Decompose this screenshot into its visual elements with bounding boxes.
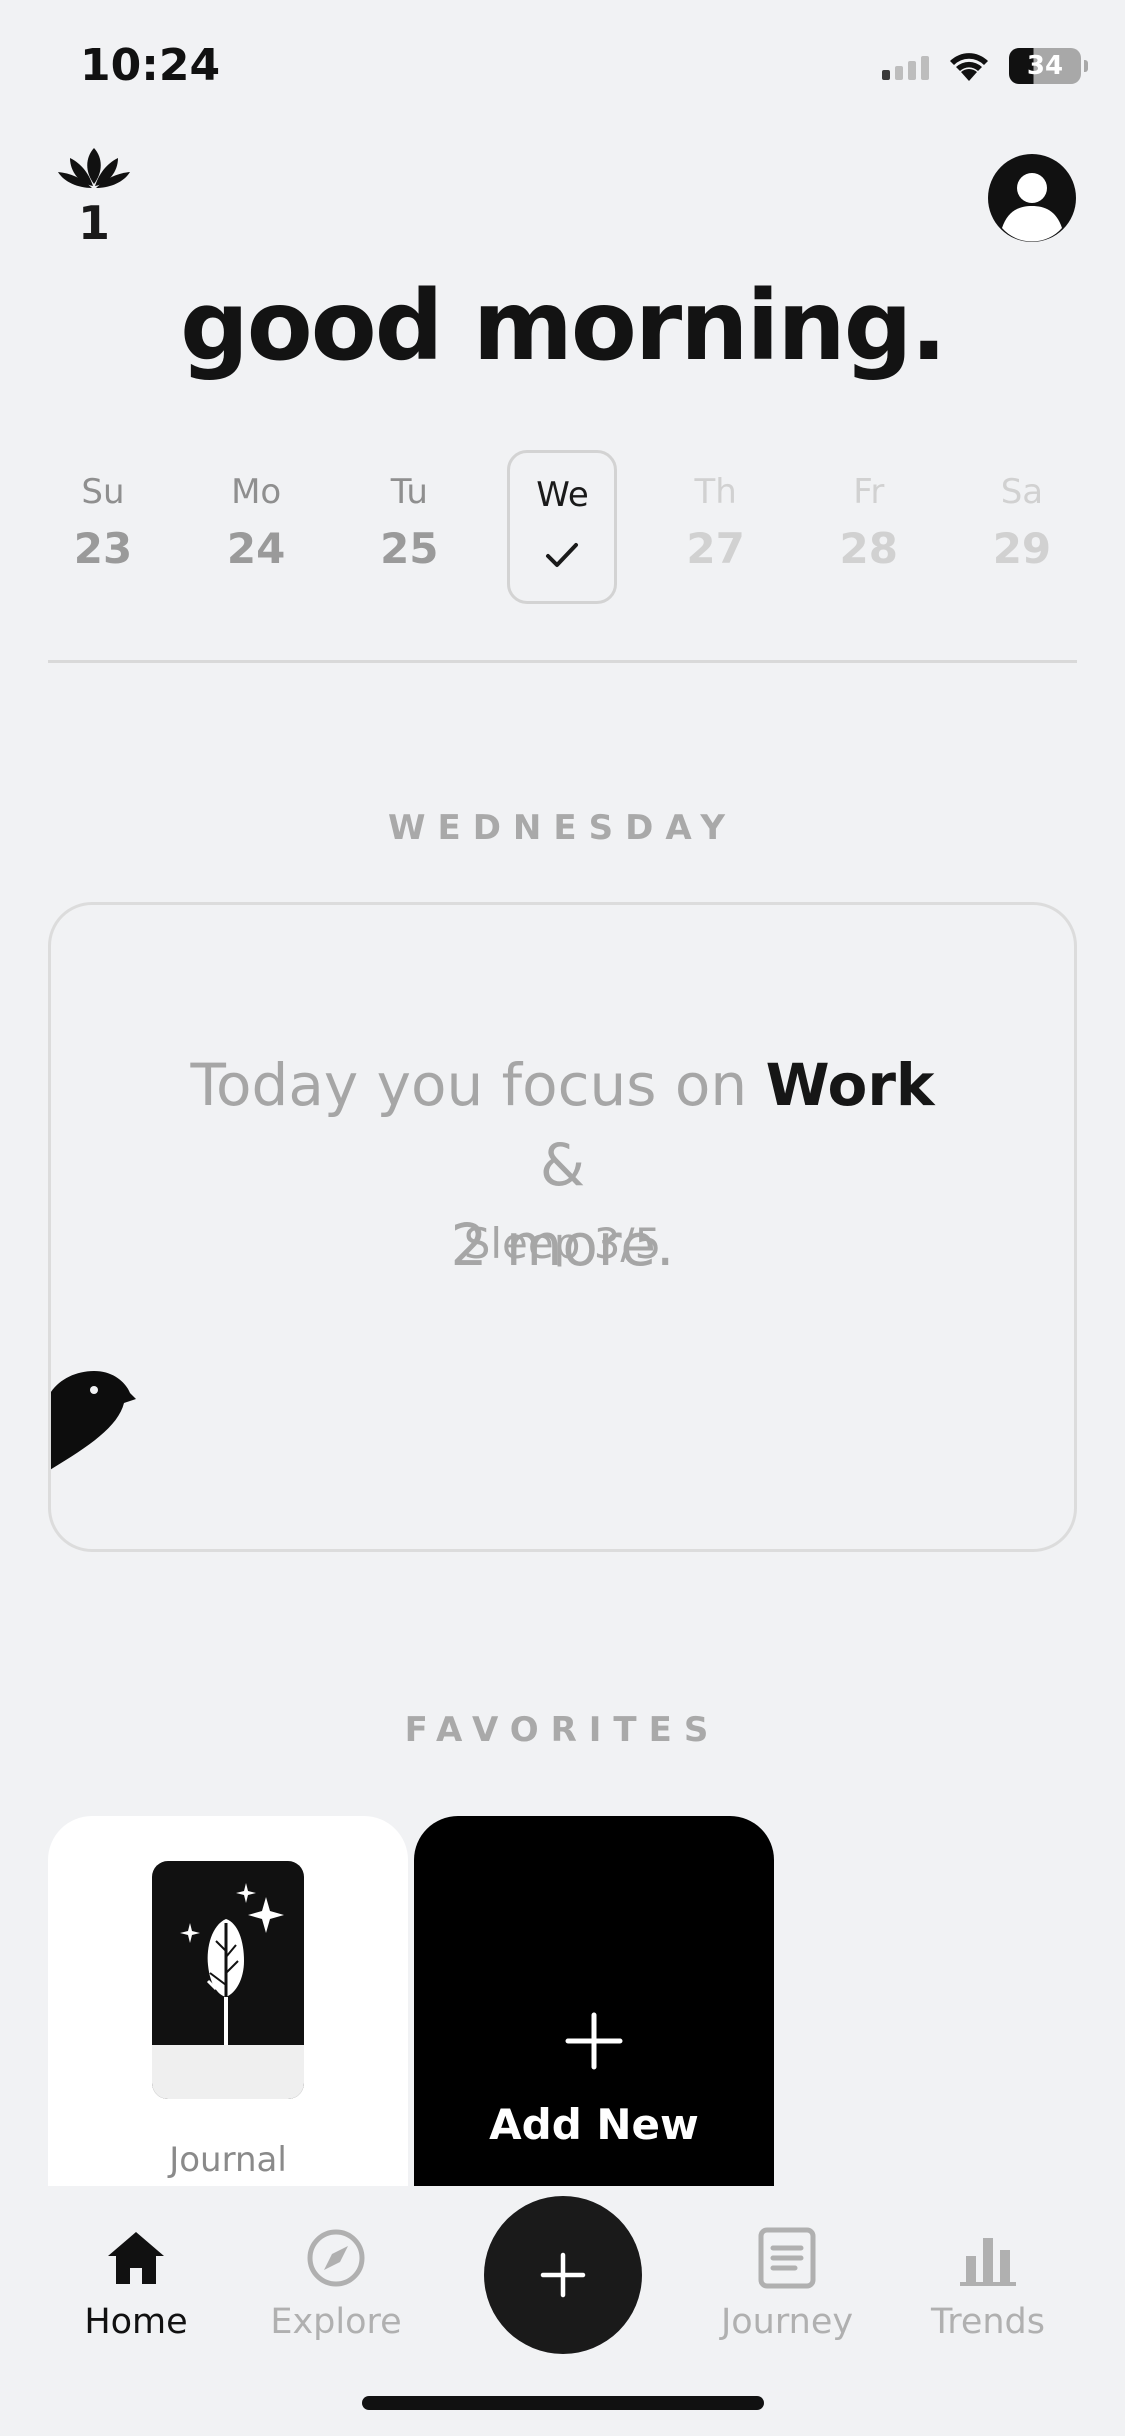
battery-level: 34 [1026, 51, 1064, 81]
day-date: 25 [380, 524, 439, 573]
day-date: 23 [73, 524, 133, 573]
status-time: 10:24 [80, 40, 221, 91]
wifi-icon [950, 53, 988, 81]
focus-suffix: & [539, 1131, 586, 1199]
journal-label: Journal [169, 2140, 287, 2180]
journal-list-icon [758, 2227, 816, 2289]
day-name: Th [694, 472, 737, 512]
home-indicator[interactable] [362, 2396, 764, 2410]
day-tuesday[interactable]: Tu 25 [354, 450, 464, 604]
home-icon [108, 2232, 164, 2284]
journal-feather-icon [152, 1861, 304, 2099]
tab-journey[interactable]: Journey [697, 2226, 877, 2342]
compass-icon [307, 2229, 365, 2287]
bar-chart-icon [960, 2238, 1016, 2286]
day-name: Fr [853, 472, 885, 512]
day-saturday[interactable]: Sa 29 [967, 450, 1077, 604]
day-friday[interactable]: Fr 28 [814, 450, 924, 604]
day-date: 24 [226, 524, 286, 573]
divider [48, 660, 1077, 663]
tab-trends[interactable]: Trends [898, 2226, 1078, 2342]
tab-label: Journey [720, 2302, 854, 2342]
checkmark-icon [546, 543, 579, 567]
lotus-icon[interactable] [56, 146, 132, 196]
tab-label: Trends [930, 2302, 1046, 2342]
tab-explore[interactable]: Explore [246, 2226, 426, 2342]
status-icons: 34 [882, 48, 1088, 84]
add-new-favorite-button[interactable]: Add New [414, 1816, 774, 2246]
plus-icon [540, 2252, 586, 2298]
day-sunday[interactable]: Su 23 [48, 450, 158, 604]
day-date: 29 [992, 524, 1052, 573]
focus-subtitle: Sleep 3/5 [463, 1219, 662, 1268]
day-name: Sa [1000, 472, 1044, 512]
add-new-label: Add New [489, 2100, 699, 2149]
favorite-journal-card[interactable]: Journal [48, 1816, 408, 2246]
day-date: 27 [686, 524, 745, 573]
day-date: 28 [839, 524, 898, 573]
day-name: We [536, 475, 589, 515]
bird-icon [51, 1371, 136, 1470]
day-monday[interactable]: Mo 24 [201, 450, 311, 604]
tab-home[interactable]: Home [46, 2226, 226, 2342]
day-thursday[interactable]: Th 27 [661, 450, 771, 604]
focus-card[interactable]: Today you focus on Work & 2 more. Sleep … [48, 902, 1077, 1552]
add-entry-button[interactable] [484, 2196, 642, 2354]
day-section-label: WEDNESDAY [387, 808, 738, 848]
day-name: Su [81, 472, 125, 512]
day-name: Tu [390, 472, 428, 512]
favorites-label: FAVORITES [404, 1710, 721, 1750]
streak-count: 1 [77, 196, 110, 250]
focus-prefix: Today you focus on [190, 1051, 748, 1119]
focus-highlight: Work [765, 1051, 935, 1119]
greeting-title: good morning. [180, 270, 947, 382]
profile-avatar-button[interactable] [988, 154, 1076, 242]
day-wednesday-selected[interactable]: We [507, 450, 618, 604]
battery-icon: 34 [1009, 48, 1088, 84]
day-name: Mo [231, 472, 282, 512]
cellular-signal-icon [882, 52, 929, 80]
tab-label: Explore [270, 2302, 402, 2342]
week-strip: Su 23 Mo 24 Tu 25 We Th 27 Fr 28 Sa 29 [48, 450, 1077, 606]
profile-icon [1002, 173, 1062, 242]
tab-label: Home [84, 2302, 188, 2342]
plus-icon [565, 2012, 623, 2070]
